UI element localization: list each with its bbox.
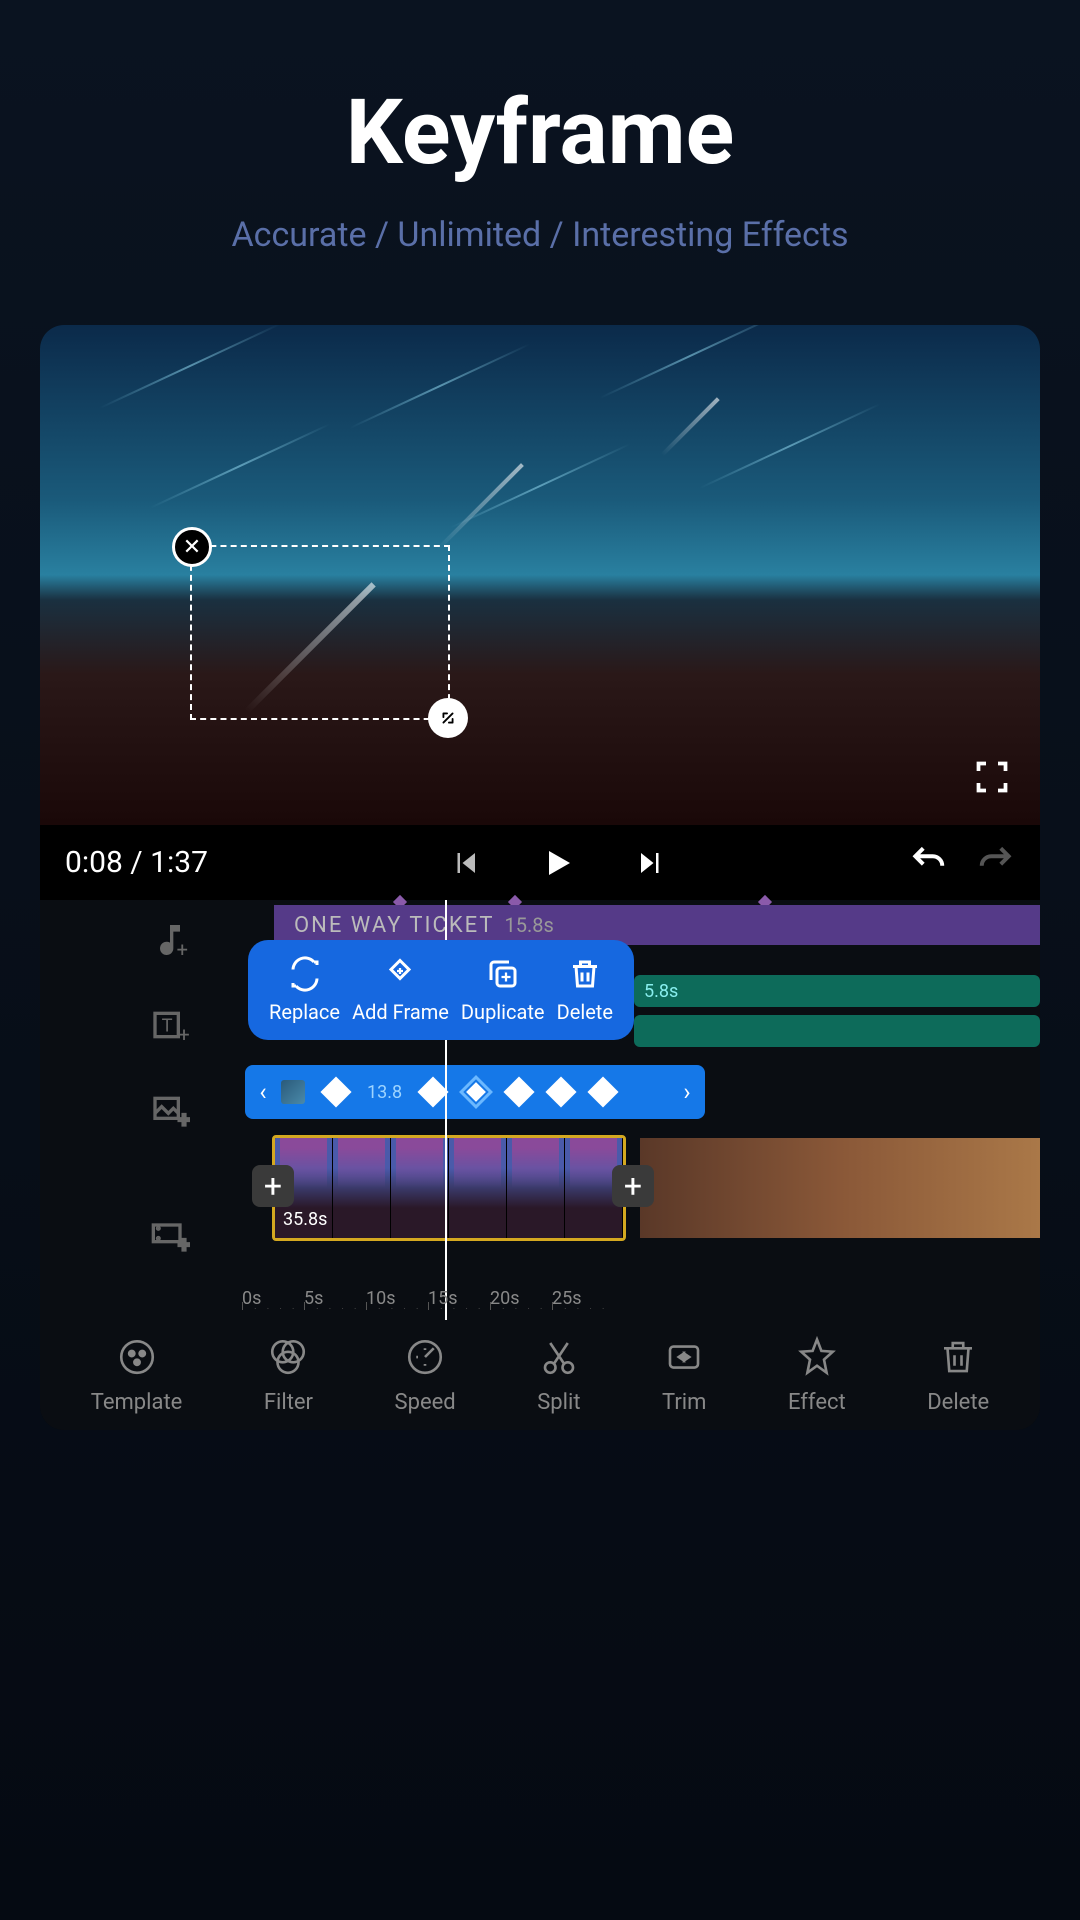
add-frame-button[interactable]: Add Frame [352, 956, 449, 1024]
speed-label: Speed [395, 1390, 456, 1415]
duplicate-label: Duplicate [461, 1000, 545, 1024]
image-track-icon[interactable]: + [150, 1090, 190, 1130]
editor-container: ✕ 0:08 / 1:37 [40, 325, 1040, 1430]
delete-label: Delete [557, 1000, 613, 1024]
timecode: 0:08 / 1:37 [65, 845, 208, 880]
trim-label: Trim [662, 1390, 706, 1415]
keyframe-context-menu: Replace Add Frame Duplicate Delete [248, 940, 634, 1040]
speed-tool[interactable]: Speed [395, 1336, 456, 1415]
delete-tool-label: Delete [927, 1390, 989, 1415]
keyframe-track[interactable]: ‹ 13.8 › [245, 1065, 705, 1119]
keyframe-marker-active[interactable] [459, 1075, 493, 1109]
replace-label: Replace [269, 1000, 340, 1024]
fullscreen-icon[interactable] [974, 759, 1010, 795]
svg-text:T: T [162, 1016, 173, 1037]
svg-text:+: + [178, 1108, 189, 1130]
video-preview[interactable]: ✕ [40, 325, 1040, 825]
track-type-icons: + T+ + + [150, 920, 190, 1255]
keyframe-marker[interactable] [418, 1076, 449, 1107]
effect-track-1[interactable]: 5.8s [634, 975, 1040, 1007]
svg-text:+: + [177, 938, 188, 960]
time-ruler[interactable]: 0s···· 5s···· 10s···· 15s···· 20s···· 25… [242, 1288, 1040, 1318]
split-label: Split [537, 1390, 580, 1415]
keyframe-clip-thumb [281, 1080, 305, 1104]
page-title: Keyframe [0, 0, 1080, 185]
keyframe-marker[interactable] [320, 1076, 351, 1107]
playback-bar: 0:08 / 1:37 [40, 825, 1040, 900]
effect-track-2[interactable] [634, 1015, 1040, 1047]
timeline[interactable]: + T+ + + ONE WAY TICKET 15.8s 5.8s Repla… [40, 900, 1040, 1430]
effect-track-label: 5.8s [644, 981, 678, 1002]
video-clip[interactable]: 35.8s [272, 1135, 626, 1241]
undo-button[interactable] [909, 842, 947, 884]
resize-handle-icon[interactable] [428, 698, 468, 738]
svg-text:+: + [178, 1023, 189, 1045]
close-icon[interactable]: ✕ [172, 527, 212, 567]
music-track-icon[interactable]: + [150, 920, 190, 960]
selection-box[interactable]: ✕ [190, 545, 450, 720]
replace-button[interactable]: Replace [269, 956, 340, 1024]
play-button[interactable] [540, 845, 576, 881]
keyframe-marker[interactable] [546, 1076, 577, 1107]
audio-track-name: ONE WAY TICKET [294, 913, 495, 938]
template-tool[interactable]: Template [91, 1336, 183, 1415]
keyframe-prev-icon[interactable]: ‹ [253, 1078, 273, 1106]
audio-track[interactable]: ONE WAY TICKET 15.8s [274, 905, 1040, 945]
audio-track-duration: 15.8s [505, 913, 554, 937]
page-subtitle: Accurate / Unlimited / Interesting Effec… [0, 215, 1080, 255]
video-clip-2[interactable] [640, 1138, 1040, 1238]
keyframe-marker[interactable] [588, 1076, 619, 1107]
effect-tool[interactable]: Effect [788, 1336, 846, 1415]
effect-label: Effect [788, 1390, 846, 1415]
split-tool[interactable]: Split [537, 1336, 580, 1415]
add-clip-before-button[interactable]: + [252, 1165, 294, 1207]
video-clip-duration: 35.8s [283, 1209, 327, 1230]
svg-text:+: + [178, 1233, 189, 1255]
template-label: Template [91, 1390, 183, 1415]
bottom-toolbar: Template Filter Speed Split Trim Effect [40, 1320, 1040, 1430]
delete-button[interactable]: Delete [557, 956, 613, 1024]
duplicate-button[interactable]: Duplicate [461, 956, 545, 1024]
trim-tool[interactable]: Trim [662, 1336, 706, 1415]
video-track-icon[interactable]: + [150, 1215, 190, 1255]
delete-tool[interactable]: Delete [927, 1336, 989, 1415]
keyframe-next-icon[interactable]: › [677, 1078, 697, 1106]
filter-label: Filter [264, 1390, 313, 1415]
next-button[interactable] [636, 848, 666, 878]
keyframe-duration: 13.8 [367, 1082, 402, 1103]
keyframe-marker[interactable] [504, 1076, 535, 1107]
add-clip-after-button[interactable]: + [612, 1165, 654, 1207]
redo-button[interactable] [977, 842, 1015, 884]
add-frame-label: Add Frame [352, 1000, 449, 1024]
text-track-icon[interactable]: T+ [150, 1005, 190, 1045]
prev-button[interactable] [450, 848, 480, 878]
filter-tool[interactable]: Filter [264, 1336, 313, 1415]
